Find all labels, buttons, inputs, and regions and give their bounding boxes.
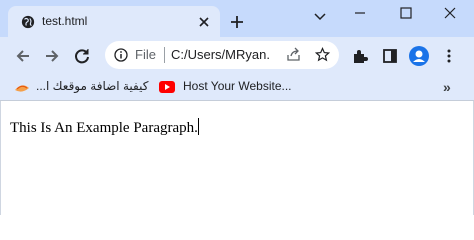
- new-tab-plus-icon[interactable]: [229, 14, 245, 30]
- page-content: This Is An Example Paragraph.: [0, 101, 474, 215]
- reload-icon[interactable]: [73, 47, 91, 65]
- tab-close-icon[interactable]: [197, 15, 211, 29]
- paragraph-text: This Is An Example Paragraph.: [10, 120, 198, 136]
- bookmark-label: Host Your Website...: [183, 79, 292, 93]
- chevron-down-icon[interactable]: [313, 9, 327, 23]
- scheme-label: File: [135, 47, 156, 62]
- globe-icon: [21, 15, 35, 29]
- bookmark-item-1[interactable]: كيفية اضافة موقعك ا...: [14, 78, 154, 96]
- side-panel-icon[interactable]: [382, 48, 398, 64]
- address-divider: [164, 47, 165, 63]
- bookmark-favicon: [15, 85, 29, 92]
- bookmarks-overflow-button[interactable]: »: [443, 79, 451, 95]
- url-text[interactable]: C:/Users/MRyan...: [171, 47, 271, 62]
- info-icon[interactable]: [114, 48, 128, 62]
- text-caret: [197, 118, 199, 135]
- profile-avatar[interactable]: [409, 46, 429, 66]
- youtube-icon: [159, 81, 175, 93]
- minimize-icon[interactable]: [353, 6, 367, 20]
- tab-title: test.html: [42, 14, 88, 28]
- menu-kebab-icon[interactable]: [441, 48, 457, 64]
- back-arrow-icon[interactable]: [14, 47, 32, 65]
- browser-window: test.html File C:/Users/MRyan... كيفية ا…: [0, 0, 474, 215]
- person-icon: [413, 50, 425, 62]
- address-bar[interactable]: File C:/Users/MRyan...: [105, 41, 339, 69]
- forward-arrow-icon[interactable]: [43, 47, 61, 65]
- close-icon[interactable]: [443, 6, 457, 20]
- extensions-icon[interactable]: [352, 48, 368, 64]
- star-icon[interactable]: [315, 47, 330, 62]
- tab-test-html[interactable]: test.html: [8, 6, 220, 37]
- bookmark-item-2[interactable]: Host Your Website...: [159, 78, 299, 96]
- bookmark-label: كيفية اضافة موقعك ا...: [36, 79, 149, 93]
- title-bar: test.html: [0, 0, 474, 37]
- example-paragraph[interactable]: This Is An Example Paragraph.: [10, 118, 199, 137]
- share-icon[interactable]: [286, 47, 301, 62]
- toolbar: File C:/Users/MRyan...: [0, 37, 474, 75]
- maximize-icon[interactable]: [399, 6, 413, 20]
- bookmarks-bar: كيفية اضافة موقعك ا... Host Your Website…: [0, 75, 474, 101]
